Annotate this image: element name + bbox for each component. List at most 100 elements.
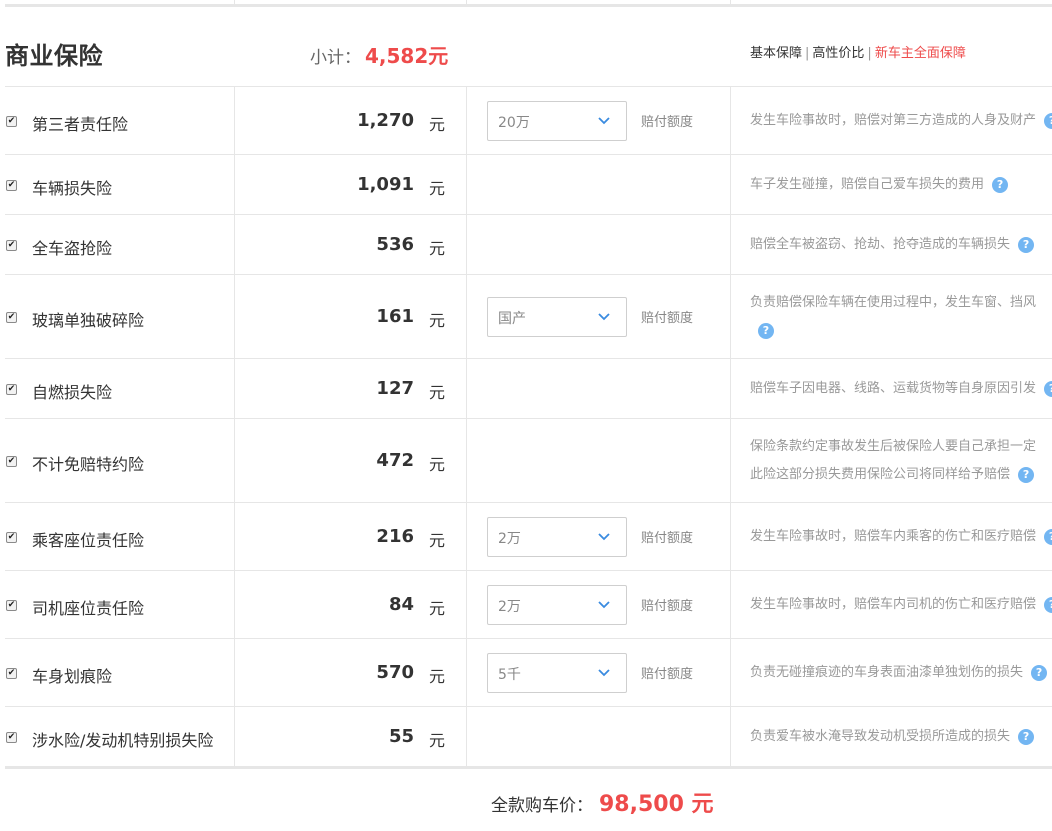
insurance-checkbox[interactable]: ✔ [6, 116, 17, 127]
column-divider [730, 87, 731, 154]
insurance-price: 1,091 [357, 174, 414, 195]
insurance-checkbox[interactable]: ✔ [6, 384, 17, 395]
help-icon[interactable]: ? [992, 176, 1009, 193]
description-text: 赔偿全车被盗窃、抢劫、抢夺造成的车辆损失 [750, 237, 1011, 252]
help-icon[interactable]: ? [1044, 380, 1052, 397]
insurance-description: 发生车险事故时，赔偿车内司机的伤亡和医疗赔偿? [750, 591, 1052, 619]
insurance-checkbox[interactable]: ✔ [6, 732, 17, 743]
description-text: 负责爱车被水淹导致发动机受损所造成的损失 [750, 729, 1011, 744]
insurance-name: 车辆损失险 [32, 179, 113, 198]
plan-separator: | [867, 46, 872, 61]
insurance-price: 536 [376, 234, 414, 255]
subtotal: 小计： 4,582元 [310, 40, 448, 69]
column-divider [730, 215, 731, 274]
price-unit: 元 [429, 383, 446, 402]
description-line: 发生车险事故时，赔偿车内乘客的伤亡和医疗赔偿? [750, 523, 1052, 551]
column-divider [234, 503, 235, 570]
column-divider [730, 155, 731, 214]
insurance-checkbox[interactable]: ✔ [6, 312, 17, 323]
insurance-row: ✔ 车辆损失险 1,091 元 车子发生碰撞，赔偿自己爱车损失的费用? [5, 154, 1052, 214]
plan-value-link[interactable]: 高性价比 [812, 46, 864, 61]
insurance-checkbox[interactable]: ✔ [6, 180, 17, 191]
help-icon[interactable]: ? [758, 322, 774, 339]
column-divider [466, 419, 467, 502]
insurance-row: ✔ 第三者责任险 1,270 元 20万 赔付额度 发生车险事故时，赔偿对第三方造成的人… [5, 86, 1052, 154]
price-unit: 元 [429, 115, 446, 134]
insurance-row: ✔ 玻璃单独破碎险 161 元 国产 赔付额度 负责赔偿保险车辆在使用过程中，发生车窗、… [5, 274, 1052, 358]
help-icon[interactable]: ? [1018, 728, 1035, 745]
help-icon[interactable]: ? [1044, 596, 1052, 613]
table-bottom-border [5, 766, 1052, 769]
chevron-down-icon [598, 601, 610, 609]
insurance-row: ✔ 乘客座位责任险 216 元 2万 赔付额度 发生车险事故时，赔偿车内乘客的伤亡和医疗… [5, 502, 1052, 570]
coverage-select[interactable]: 国产 [487, 297, 627, 337]
price-unit: 元 [429, 239, 446, 258]
insurance-name: 第三者责任险 [32, 115, 129, 134]
section-header: 商业保险 小计： 4,582元 基本保障 | 高性价比 | 新车主全面保障 [0, 0, 1052, 86]
insurance-description: 赔偿车子因电器、线路、运载货物等自身原因引发? [750, 375, 1052, 403]
column-divider [730, 639, 731, 706]
help-icon[interactable]: ? [1018, 236, 1035, 253]
insurance-checkbox[interactable]: ✔ [6, 456, 17, 467]
coverage-select[interactable]: 5千 [487, 653, 627, 693]
price-unit: 元 [429, 179, 446, 198]
description-line: 赔偿车子因电器、线路、运载货物等自身原因引发? [750, 375, 1052, 403]
help-icon[interactable]: ? [1044, 528, 1052, 545]
coverage-select-value: 20万 [498, 115, 530, 131]
coverage-select[interactable]: 20万 [487, 101, 627, 141]
insurance-name: 司机座位责任险 [32, 599, 145, 618]
column-divider [730, 419, 731, 502]
insurance-row: ✔ 车身划痕险 570 元 5千 赔付额度 负责无碰撞痕迹的车身表面油漆单独划伤的损失? [5, 638, 1052, 706]
insurance-checkbox[interactable]: ✔ [6, 668, 17, 679]
column-divider [730, 503, 731, 570]
subtotal-label: 小计： [310, 48, 361, 68]
plan-full-link[interactable]: 新车主全面保障 [875, 46, 966, 61]
insurance-checkbox[interactable]: ✔ [6, 532, 17, 543]
insurance-name: 涉水险/发动机特别损失险 [32, 731, 214, 750]
insurance-checkbox[interactable]: ✔ [6, 600, 17, 611]
column-divider [466, 275, 467, 358]
column-divider [234, 419, 235, 502]
help-icon[interactable]: ? [1031, 664, 1048, 681]
description-text: 发生车险事故时，赔偿车内司机的伤亡和医疗赔偿 [750, 597, 1037, 612]
plan-basic-link[interactable]: 基本保障 [750, 46, 802, 61]
help-icon[interactable]: ? [1044, 112, 1052, 129]
insurance-name: 全车盗抢险 [32, 239, 113, 258]
insurance-row: ✔ 涉水险/发动机特别损失险 55 元 负责爱车被水淹导致发动机受损所造成的损失? [5, 706, 1052, 766]
insurance-price: 216 [376, 526, 414, 547]
plan-selector: 基本保障 | 高性价比 | 新车主全面保障 [750, 42, 966, 61]
insurance-name: 车身划痕险 [32, 667, 113, 686]
total-price: 全款购车价： 98,500 元 [491, 786, 714, 818]
column-divider [730, 571, 731, 638]
help-icon[interactable]: ? [1018, 466, 1035, 483]
coverage-label: 赔付额度 [641, 115, 694, 130]
total-label: 全款购车价： [491, 796, 593, 816]
insurance-checkbox[interactable]: ✔ [6, 240, 17, 251]
column-divider [466, 503, 467, 570]
description-text: 发生车险事故时，赔偿对第三方造成的人身及财产 [750, 113, 1037, 128]
description-line: 发生车险事故时，赔偿对第三方造成的人身及财产? [750, 107, 1052, 135]
price-unit: 元 [429, 311, 446, 330]
price-unit: 元 [429, 731, 446, 750]
description-text: 负责无碰撞痕迹的车身表面油漆单独划伤的损失 [750, 665, 1024, 680]
coverage-select-value: 国产 [498, 311, 526, 327]
coverage-select-value: 2万 [498, 599, 521, 615]
insurance-name: 不计免赔特约险 [32, 455, 145, 474]
insurance-description: 赔偿全车被盗窃、抢劫、抢夺造成的车辆损失? [750, 231, 1052, 259]
coverage-select[interactable]: 2万 [487, 517, 627, 557]
description-text: 车子发生碰撞，赔偿自己爱车损失的费用 [750, 177, 985, 192]
insurance-row: ✔ 全车盗抢险 536 元 赔偿全车被盗窃、抢劫、抢夺造成的车辆损失? [5, 214, 1052, 274]
coverage-select[interactable]: 2万 [487, 585, 627, 625]
column-divider [466, 359, 467, 418]
insurance-description: 发生车险事故时，赔偿车内乘客的伤亡和医疗赔偿? [750, 523, 1052, 551]
column-divider [234, 639, 235, 706]
coverage-label: 赔付额度 [641, 599, 694, 614]
insurance-table: ✔ 第三者责任险 1,270 元 20万 赔付额度 发生车险事故时，赔偿对第三方造成的人… [5, 86, 1052, 766]
column-divider [234, 275, 235, 358]
chevron-down-icon [598, 533, 610, 541]
insurance-description: 负责无碰撞痕迹的车身表面油漆单独划伤的损失? [750, 659, 1052, 687]
description-text: 发生车险事故时，赔偿车内乘客的伤亡和医疗赔偿 [750, 529, 1037, 544]
price-unit: 元 [429, 455, 446, 474]
description-text: 保险条款约定事故发生后被保险人要自己承担一定 [750, 439, 1037, 454]
coverage-label: 赔付额度 [641, 311, 694, 326]
